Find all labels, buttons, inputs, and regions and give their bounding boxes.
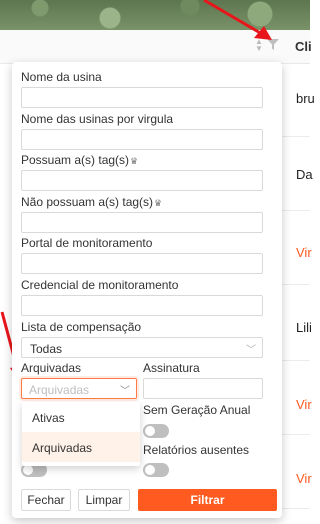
row-divider — [282, 508, 310, 509]
column-header-cliente[interactable]: Cli — [295, 39, 312, 54]
sem-geracao-toggle[interactable] — [143, 424, 169, 438]
relatorios-toggle[interactable] — [143, 463, 169, 477]
credencial-label: Credencial de monitoramento — [21, 278, 179, 292]
portal-label: Portal de monitoramento — [21, 236, 153, 250]
nomes-usinas-input[interactable] — [21, 129, 263, 150]
limpar-button[interactable]: Limpar — [78, 489, 130, 511]
chevron-down-icon: ﹀ — [246, 345, 256, 356]
arquivadas-dropdown-menu: Ativas Arquivadas — [22, 402, 140, 466]
filtrar-button[interactable]: Filtrar — [138, 489, 277, 511]
row-divider — [282, 434, 310, 435]
crown-icon: ♛ — [154, 198, 163, 208]
possuam-tags-input[interactable] — [21, 170, 263, 191]
relatorios-label: Relatórios ausentes — [143, 443, 250, 457]
row-divider — [282, 360, 310, 361]
nome-usina-input[interactable] — [21, 87, 263, 108]
crown-icon: ♛ — [130, 156, 139, 166]
row-divider — [282, 136, 310, 137]
sem-geracao-label: Sem Geração Anual — [143, 403, 251, 417]
table-row-client-name[interactable]: bru — [296, 91, 315, 106]
table-row-client-link[interactable]: Vir — [296, 471, 312, 486]
arquivadas-select[interactable]: Arquivadas ﹀ — [21, 378, 137, 399]
assinatura-input[interactable] — [143, 378, 263, 399]
table-row-client-name[interactable]: Da — [296, 167, 313, 182]
table-row-client-link[interactable]: Vir — [296, 245, 312, 260]
table-row-client-link[interactable]: Vir — [296, 397, 312, 412]
dropdown-option-ativas[interactable]: Ativas — [22, 402, 140, 432]
lista-compensacao-label: Lista de compensação — [21, 320, 142, 334]
annotation-arrow — [203, 0, 272, 40]
dropdown-option-arquivadas[interactable]: Arquivadas — [22, 432, 140, 462]
assinatura-label: Assinatura — [143, 361, 200, 375]
row-divider — [282, 210, 310, 211]
arquivadas-label: Arquivadas — [21, 361, 82, 375]
row-divider — [282, 284, 310, 285]
possuam-tags-label: Possuam a(s) tag(s)♛ — [21, 153, 138, 167]
chevron-down-icon: ﹀ — [120, 386, 130, 397]
nao-possuam-tags-input[interactable] — [21, 212, 263, 233]
credencial-input[interactable] — [21, 295, 263, 316]
lista-compensacao-select[interactable]: Todas ﹀ — [21, 337, 263, 358]
possuam-tags-text: Possuam a(s) tag(s) — [21, 153, 130, 167]
nome-usina-label: Nome da usina — [21, 70, 102, 84]
nao-possuam-tags-label: Não possuam a(s) tag(s)♛ — [21, 195, 162, 209]
lista-compensacao-value: Todas — [30, 342, 63, 356]
arquivadas-placeholder: Arquivadas — [29, 383, 90, 397]
portal-input[interactable] — [21, 253, 263, 274]
fechar-button[interactable]: Fechar — [21, 489, 71, 511]
nomes-usinas-label: Nome das usinas por virgula — [21, 112, 174, 126]
nao-possuam-tags-text: Não possuam a(s) tag(s) — [21, 195, 154, 209]
table-row-client-name[interactable]: Lili — [296, 320, 312, 335]
